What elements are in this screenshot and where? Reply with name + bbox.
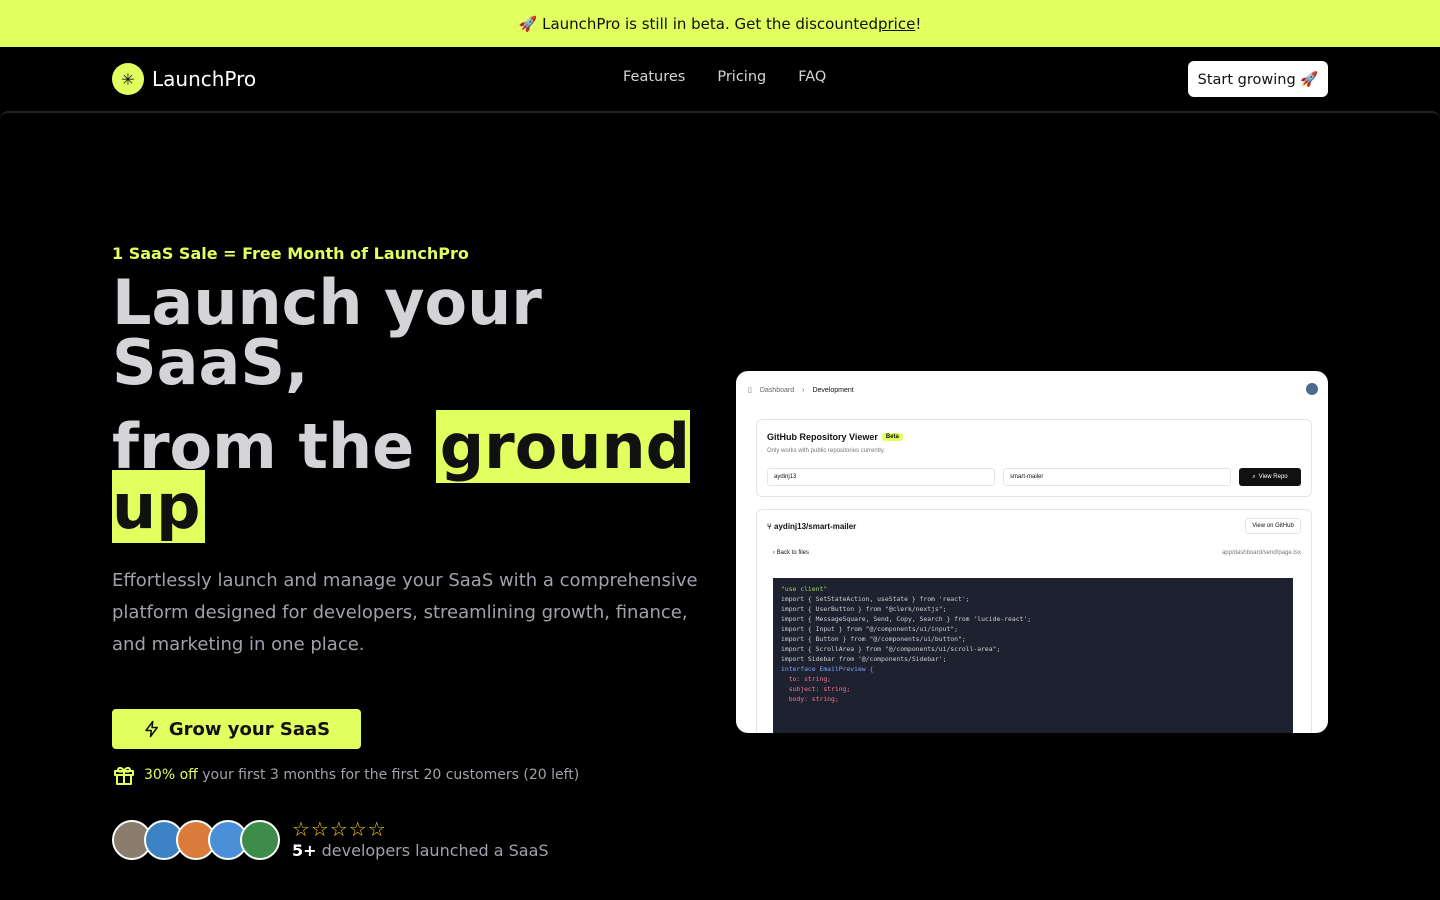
banner-suffix: ! (915, 14, 922, 33)
gift-icon (114, 766, 134, 785)
view-on-github-button: View on GitHub (1245, 518, 1301, 534)
nav-link-pricing[interactable]: Pricing (717, 69, 766, 85)
breadcrumb-development: Development (812, 386, 854, 394)
lightning-icon (145, 720, 158, 738)
hero-subtitle: Effortlessly launch and manage your SaaS… (112, 570, 698, 655)
social-proof: ☆☆☆☆☆ 5+ developers launched a SaaS (112, 819, 549, 860)
proof-text-block: ☆☆☆☆☆ 5+ developers launched a SaaS (292, 819, 549, 860)
logo[interactable]: ✳ LaunchPro (112, 63, 256, 95)
sidebar-toggle-icon: ▯ (748, 387, 752, 394)
back-to-files: ‹ Back to files (773, 550, 809, 556)
repo-viewer-card: GitHub Repository Viewer Beta Only works … (756, 419, 1312, 497)
proof-count: 5+ (292, 841, 317, 860)
view-repo-button: ⌕ View Repo (1239, 468, 1301, 486)
breadcrumb-dashboard: Dashboard (759, 386, 795, 394)
proof-label: developers launched a SaaS (316, 841, 549, 860)
code-line: import { UserButton } from "@clerk/nextj… (781, 605, 947, 613)
grow-your-saas-button[interactable]: Grow your SaaS (112, 709, 361, 749)
code-line: import { SetStateAction, useState } from… (781, 595, 970, 603)
code-line: import { MessageSquare, Send, Copy, Sear… (781, 615, 1032, 623)
code-viewer: "use client" import { SetStateAction, us… (773, 578, 1293, 733)
proof-line: 5+ developers launched a SaaS (292, 841, 549, 860)
top-nav: ✳ LaunchPro Features Pricing FAQ Start g… (0, 47, 1440, 111)
product-screenshot: ▯ Dashboard › Development GitHub Reposit… (736, 371, 1328, 733)
repo-viewer-title: GitHub Repository Viewer Beta (767, 432, 903, 442)
code-line: import Sidebar from '@/components/Sideba… (781, 655, 947, 663)
announcement-banner: 🚀 LaunchPro is still in beta. Get the di… (0, 0, 1440, 47)
discount-offer: 30% off your first 3 months for the firs… (112, 763, 579, 787)
start-growing-button[interactable]: Start growing 🚀 (1188, 61, 1328, 97)
nav-links: Features Pricing FAQ (623, 69, 826, 85)
code-line: interface EmailPreview { (781, 665, 874, 673)
view-repo-label: View Repo (1258, 474, 1288, 480)
code-line: "use client" (781, 585, 828, 593)
chevron-right-icon: › (802, 386, 805, 394)
code-line: body: string; (781, 695, 839, 703)
offer-text: your first 3 months for the first 20 cus… (197, 767, 580, 783)
avatar-group (112, 819, 280, 860)
username-input: aydinj13 (767, 468, 995, 486)
repo-files-card: ⑂ aydinj13/smart-mailer View on GitHub ‹… (756, 509, 1312, 733)
hero-section: 1 SaaS Sale = Free Month of LaunchPro La… (0, 111, 1440, 900)
nav-link-features[interactable]: Features (623, 69, 685, 85)
repo-viewer-title-text: GitHub Repository Viewer (767, 432, 878, 442)
avatar (240, 819, 280, 860)
brand-name: LaunchPro (152, 67, 257, 91)
hero-kicker: 1 SaaS Sale = Free Month of LaunchPro (112, 244, 469, 263)
code-line: to: string; (781, 675, 832, 683)
code-line: import { Input } from "@/components/ui/i… (781, 625, 958, 633)
hero-title-line2: from the ground up (112, 410, 692, 543)
code-line: import { Button } from "@/components/ui/… (781, 635, 966, 643)
screenshot-breadcrumb: ▯ Dashboard › Development (748, 383, 1316, 397)
offer-accent: 30% off (144, 767, 198, 783)
repo-input: smart-mailer (1003, 468, 1231, 486)
git-branch-icon: ⑂ (767, 522, 775, 531)
nav-link-faq[interactable]: FAQ (798, 69, 826, 85)
grow-button-label: Grow your SaaS (168, 718, 331, 740)
hero-title-line1: Launch your SaaS, (112, 266, 542, 399)
repo-title-text: aydinj13/smart-mailer (774, 522, 857, 531)
banner-price-link[interactable]: price (878, 15, 915, 33)
avatar (1306, 383, 1318, 395)
file-path: app/dashboard/send/page.tsx (1221, 550, 1301, 556)
code-line: subject: string; (781, 685, 851, 693)
code-line: import { ScrollArea } from "@/components… (781, 645, 1001, 653)
repo-viewer-subtitle: Only works with public repositories curr… (767, 448, 885, 454)
sparkle-logo-icon: ✳ (112, 63, 144, 95)
search-icon: ⌕ (1252, 473, 1256, 480)
repo-title: ⑂ aydinj13/smart-mailer (767, 522, 856, 531)
star-rating-icons: ☆☆☆☆☆ (292, 817, 387, 841)
beta-badge: Beta (881, 433, 903, 441)
back-label: Back to files (776, 550, 810, 556)
banner-text: 🚀 LaunchPro is still in beta. Get the di… (518, 14, 878, 33)
